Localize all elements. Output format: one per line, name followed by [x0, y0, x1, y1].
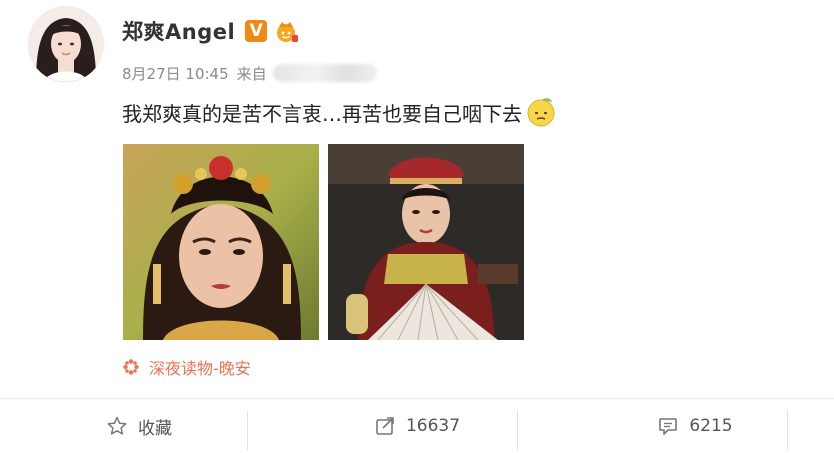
share-icon [376, 417, 394, 435]
topic-link[interactable]: 深夜读物-晚安 [122, 355, 251, 379]
footer-separator-1 [247, 410, 248, 450]
sad-face-emoji-icon [527, 98, 555, 127]
footer-separator-3 [787, 410, 788, 450]
verified-badge: V [245, 20, 268, 42]
post-body: 我郑爽真的是苦不言衷…再苦也要自己咽下去 [122, 95, 558, 129]
user-header: 郑爽Angel V [122, 16, 299, 46]
favorite-label: 收藏 [138, 418, 172, 439]
avatar-portrait [28, 6, 104, 82]
post-actions: 收藏 16637 6215 [0, 399, 834, 453]
photo-portrait-headdress [123, 144, 319, 340]
post-meta: 8月27日 10:45 来自 [122, 61, 377, 85]
repost-button[interactable]: 16637 [278, 399, 556, 453]
source-label: 来自 [236, 64, 267, 83]
star-icon [107, 416, 127, 435]
post-image-1[interactable] [123, 144, 319, 340]
comment-count: 6215 [689, 416, 733, 436]
post-text: 我郑爽真的是苦不言衷…再苦也要自己咽下去 [122, 101, 522, 126]
comment-icon [659, 418, 678, 435]
comment-button[interactable]: 6215 [556, 399, 834, 453]
photo-portrait-fan [328, 144, 524, 340]
post-image-2[interactable] [328, 144, 524, 340]
favorite-button[interactable]: 收藏 [0, 399, 278, 453]
fan-crown-icon [277, 22, 299, 42]
post-timestamp[interactable]: 8月27日 10:45 [122, 63, 229, 84]
footer-separator-2 [517, 410, 518, 450]
topic-label: 深夜读物-晚安 [149, 359, 251, 378]
avatar[interactable] [28, 6, 104, 82]
flower-icon [123, 359, 139, 375]
repost-count: 16637 [405, 416, 461, 436]
user-name[interactable]: 郑爽Angel [122, 16, 235, 46]
source-blurred [272, 64, 377, 82]
